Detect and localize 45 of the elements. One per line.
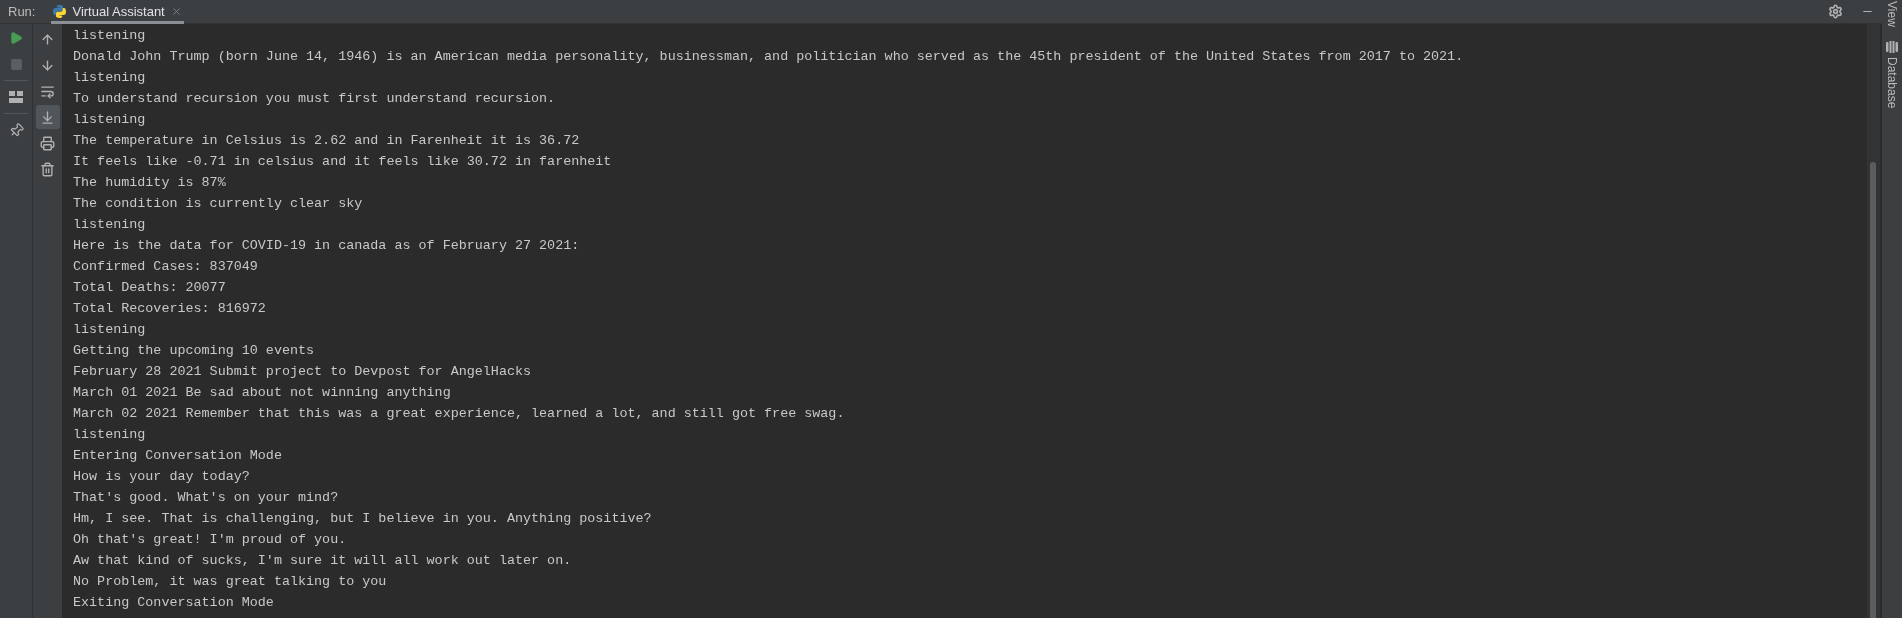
console-line: Exiting Conversation Mode (73, 594, 274, 612)
console-line: Total Deaths: 20077 (73, 279, 226, 297)
console-line: listening (73, 216, 146, 234)
console-line: That's good. What's on your mind? (73, 489, 339, 507)
trash-icon (40, 161, 55, 177)
console-line: No Problem, it was great talking to you (73, 573, 387, 591)
console-line: To understand recursion you must first understand recursion. (73, 90, 556, 108)
console-line: How is your day today? (73, 468, 250, 486)
console-line: February 28 2021 Submit project to Devpost for AngelHacks (73, 363, 532, 381)
console-line: Entering Conversation Mode (73, 447, 282, 465)
settings-icon[interactable] (1828, 4, 1843, 19)
panel-title: Run: (8, 5, 36, 18)
close-icon[interactable] (170, 6, 182, 17)
console-line: It feels like -0.71 in celsius and it feels like 30.72 in farenheit (73, 153, 612, 171)
console-line: listening (73, 426, 146, 444)
soft-wrap-icon (40, 83, 55, 99)
console-line: March 02 2021 Remember that this was a great experience, learned a lot, and still got free swag. (73, 405, 845, 423)
scroll-to-end-button[interactable] (35, 105, 60, 129)
console-line: listening (73, 27, 146, 45)
printer-icon (40, 135, 55, 151)
console-line: March 01 2021 Be sad about not winning anything (73, 384, 451, 402)
console-line: listening (73, 69, 146, 87)
run-icon (9, 31, 23, 45)
console-line: Oh that's great! I'm proud of you. (73, 531, 347, 549)
scrollbar-thumb[interactable] (1870, 162, 1876, 618)
stop-icon (9, 57, 23, 71)
scrollbar-track[interactable] (1867, 24, 1882, 618)
console-line: Here is the data for COVID-19 in canada as of February 27 2021: (73, 237, 580, 255)
database-icon (1886, 40, 1898, 53)
console-line: Donald John Trump (born June 14, 1946) is an American media personality, businessman, and politician who served as the 45th president of the United States from 2017 to 2021. (73, 48, 1464, 66)
console-line: The temperature in Celsius is 2.62 and in Farenheit it is 36.72 (73, 132, 580, 150)
console-line: listening (73, 321, 146, 339)
console-line: Total Recoveries: 816972 (73, 300, 266, 318)
console-line: Hm, I see. That is challenging, but I believe in you. Anything positive? (73, 510, 652, 528)
console-line: The humidity is 87% (73, 174, 226, 192)
scroll-to-end-icon (40, 109, 55, 125)
layout-icon (9, 91, 23, 103)
console-line: Confirmed Cases: 837049 (73, 258, 258, 276)
console-line: Getting the upcoming 10 events (73, 342, 315, 360)
side-tab[interactable]: View (1886, 1, 1898, 27)
console-line: The condition is currently clear sky (73, 195, 363, 213)
side-tab[interactable]: Database (1886, 40, 1898, 109)
python-logo-icon (53, 5, 67, 18)
console-line: Aw that kind of sucks, I'm sure it will all work out later on. (73, 552, 572, 570)
console-line: listening (73, 111, 146, 129)
